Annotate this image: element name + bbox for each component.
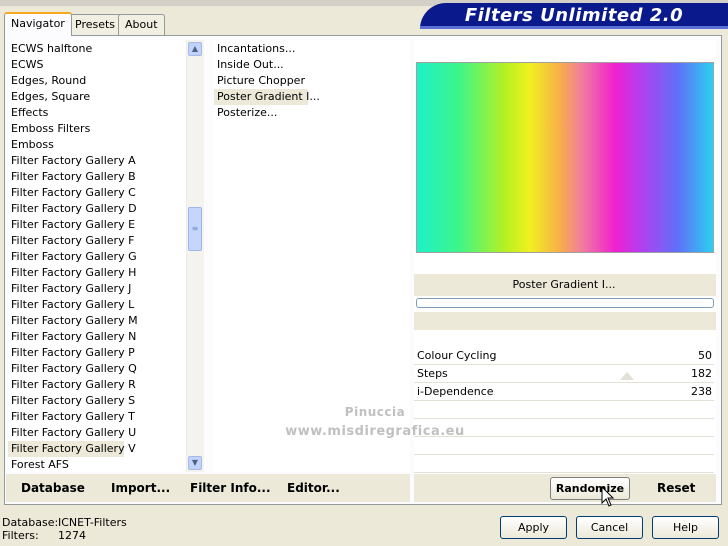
param-row[interactable]: Colour Cycling 50 (414, 347, 714, 365)
category-list-item[interactable]: Filter Factory Gallery L (8, 297, 134, 313)
param-row-empty (414, 455, 714, 473)
database-button[interactable]: Database (21, 481, 85, 495)
filter-list-item[interactable]: Posterize... (214, 105, 277, 121)
scroll-thumb[interactable]: ≡ (188, 207, 202, 251)
help-button[interactable]: Help (652, 516, 719, 539)
category-list-item[interactable]: ECWS halftone (8, 41, 92, 57)
category-list-item[interactable]: Filter Factory Gallery G (8, 249, 137, 265)
category-list-item[interactable]: Filter Factory Gallery S (8, 393, 135, 409)
category-list-item[interactable]: Edges, Round (8, 73, 86, 89)
scroll-down-arrow-icon[interactable]: ▼ (188, 456, 202, 470)
watermark-line2: www.misdiregrafica.eu (285, 424, 465, 439)
category-scrollbar[interactable]: ▲ ≡ ▼ (186, 40, 204, 472)
database-value: ICNET-Filters (58, 516, 127, 529)
category-list-item[interactable]: Emboss Filters (8, 121, 90, 137)
filters-value: 1274 (58, 529, 86, 542)
brand-banner: Filters Unlimited 2.0 (420, 3, 728, 29)
category-list-item[interactable]: Filter Factory Gallery V (8, 441, 136, 457)
category-list-item[interactable]: Emboss (8, 137, 54, 153)
category-list-item[interactable]: Edges, Square (8, 89, 90, 105)
preview-image (416, 62, 714, 253)
param-name: Steps (417, 367, 448, 380)
category-list-item[interactable]: Filter Factory Gallery T (8, 409, 135, 425)
category-list-item[interactable]: Filter Factory Gallery A (8, 153, 136, 169)
param-row-empty (414, 437, 714, 455)
param-value: 238 (691, 385, 712, 398)
param-spacer (414, 312, 716, 330)
param-name: i-Dependence (417, 385, 494, 398)
category-list-item[interactable]: Filter Factory Gallery E (8, 217, 135, 233)
tab-presets[interactable]: Presets (68, 14, 123, 35)
category-list-item[interactable]: Filter Factory Gallery J (8, 281, 131, 297)
cancel-button[interactable]: Cancel (576, 516, 643, 539)
category-list-item[interactable]: Filter Factory Gallery N (8, 329, 136, 345)
reset-button[interactable]: Reset (657, 481, 695, 495)
scroll-up-arrow-icon[interactable]: ▲ (188, 42, 202, 56)
category-list-item[interactable]: Filter Factory Gallery B (8, 169, 136, 185)
param-value: 50 (698, 349, 712, 362)
tab-about[interactable]: About (118, 14, 165, 35)
filter-list-item[interactable]: Incantations... (214, 41, 295, 57)
editor-button[interactable]: Editor... (287, 481, 340, 495)
category-list-item[interactable]: Filter Factory Gallery Q (8, 361, 137, 377)
category-list-item[interactable]: Forest AFS (8, 457, 69, 472)
param-row[interactable]: i-Dependence 238 (414, 383, 714, 401)
randomize-button[interactable]: Randomize (550, 477, 630, 500)
category-list-item[interactable]: Filter Factory Gallery R (8, 377, 136, 393)
filter-list-item[interactable]: Poster Gradient I... (214, 89, 320, 105)
filters-label: Filters: (2, 529, 39, 542)
filter-list-item[interactable]: Picture Chopper (214, 73, 305, 89)
mouse-pointer-icon (601, 486, 615, 507)
param-value: 182 (691, 367, 712, 380)
preview-filter-name: Poster Gradient I... (512, 278, 616, 291)
filter-info-button[interactable]: Filter Info... (190, 481, 271, 495)
database-label: Database: (2, 516, 59, 529)
param-row[interactable]: Steps 182 (414, 365, 714, 383)
category-list-item[interactable]: Filter Factory Gallery H (8, 265, 136, 281)
category-list-item[interactable]: Filter Factory Gallery D (8, 201, 137, 217)
apply-button[interactable]: Apply (500, 516, 567, 539)
category-list-item[interactable]: Filter Factory Gallery U (8, 425, 136, 441)
category-list-item[interactable]: Filter Factory Gallery F (8, 233, 134, 249)
tab-navigator[interactable]: Navigator (4, 12, 72, 36)
slider-marker-icon (620, 372, 634, 380)
category-list-item[interactable]: ECWS (8, 57, 44, 73)
progress-bar (416, 298, 714, 308)
filter-list-item[interactable]: Inside Out... (214, 57, 284, 73)
category-list-item[interactable]: Filter Factory Gallery C (8, 185, 136, 201)
param-name: Colour Cycling (417, 349, 497, 362)
category-list-item[interactable]: Filter Factory Gallery M (8, 313, 138, 329)
category-list-item[interactable]: Filter Factory Gallery P (8, 345, 135, 361)
import-button[interactable]: Import... (111, 481, 170, 495)
watermark-line1: Pinuccia (344, 405, 406, 419)
category-list[interactable]: ECWS halftone ECWS Edges, Round Edges, Squa… (8, 40, 186, 472)
category-list-item[interactable]: Effects (8, 105, 48, 121)
